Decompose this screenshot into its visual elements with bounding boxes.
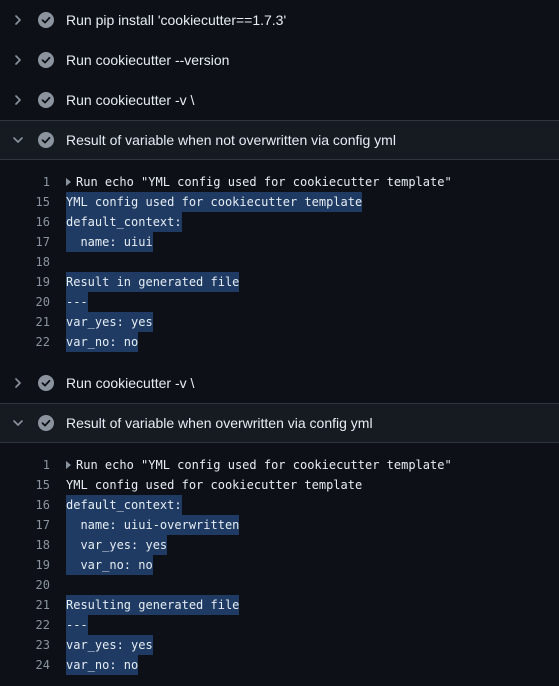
chevron-down-icon[interactable] — [12, 417, 24, 429]
log-text: Run echo "YML config used for cookiecutt… — [76, 458, 452, 472]
line-number[interactable]: 1 — [0, 455, 50, 475]
step-title: Run pip install 'cookiecutter==1.7.3' — [66, 12, 287, 28]
log-text: --- — [66, 615, 88, 635]
step-title: Run cookiecutter -v \ — [66, 375, 195, 391]
line-number[interactable]: 18 — [0, 535, 50, 555]
step-log: 1 Run echo "YML config used for cookiecut… — [0, 160, 559, 363]
check-circle-icon — [38, 92, 54, 108]
line-number[interactable]: 19 — [0, 555, 50, 575]
chevron-right-icon[interactable] — [12, 94, 24, 106]
log-line: 20 — [0, 575, 559, 595]
log-text: --- — [66, 292, 88, 312]
log-text: var_no: no — [66, 332, 139, 352]
line-number[interactable]: 23 — [0, 635, 50, 655]
line-number[interactable]: 24 — [0, 655, 50, 675]
chevron-down-icon[interactable] — [12, 134, 24, 146]
log-text: Run echo "YML config used for cookiecutt… — [76, 175, 452, 189]
line-number[interactable]: 21 — [0, 312, 50, 332]
chevron-right-icon[interactable] — [12, 54, 24, 66]
line-number[interactable]: 20 — [0, 292, 50, 312]
log-line: 23 var_yes: yes — [0, 635, 559, 655]
log-line: 15 YML config used for cookiecutter templ… — [0, 192, 559, 212]
log-line: 22 --- — [0, 615, 559, 635]
chevron-right-icon[interactable] — [12, 14, 24, 26]
log-text: YML config used for cookiecutter templat… — [66, 192, 363, 212]
step-header[interactable]: Run cookiecutter -v \ — [0, 363, 559, 403]
log-line: 15 YML config used for cookiecutter templ… — [0, 475, 559, 495]
triangle-right-icon[interactable] — [66, 178, 71, 186]
line-number[interactable]: 16 — [0, 495, 50, 515]
line-number[interactable]: 20 — [0, 575, 50, 595]
step-header[interactable]: Run cookiecutter -v \ — [0, 80, 559, 120]
line-number[interactable]: 22 — [0, 332, 50, 352]
log-line: 19 var_no: no — [0, 555, 559, 575]
step-header[interactable]: Run pip install 'cookiecutter==1.7.3' — [0, 0, 559, 40]
log-text: default_context: — [66, 212, 182, 232]
triangle-right-icon[interactable] — [66, 461, 71, 469]
log-line: 17 name: uiui — [0, 232, 559, 252]
log-line: 18 — [0, 252, 559, 272]
step-title: Result of variable when overwritten via … — [66, 415, 373, 431]
log-text: var_yes: yes — [66, 635, 153, 655]
log-line: 20 --- — [0, 292, 559, 312]
step-header[interactable]: Run cookiecutter --version — [0, 40, 559, 80]
log-text: name: uiui-overwritten — [66, 515, 240, 535]
line-number[interactable]: 17 — [0, 232, 50, 252]
log-text: var_no: no — [66, 655, 139, 675]
check-circle-icon — [38, 415, 54, 431]
line-number[interactable]: 19 — [0, 272, 50, 292]
line-number[interactable]: 15 — [0, 192, 50, 212]
check-circle-icon — [38, 12, 54, 28]
line-number[interactable]: 18 — [0, 252, 50, 272]
step-title: Result of variable when not overwritten … — [66, 132, 396, 148]
step-title: Run cookiecutter --version — [66, 52, 230, 68]
log-line: 16 default_context: — [0, 212, 559, 232]
check-circle-icon — [38, 132, 54, 148]
log-text: var_no: no — [66, 555, 153, 575]
log-group-toggle[interactable]: Run echo "YML config used for cookiecutt… — [66, 455, 452, 475]
log-line: 19 Result in generated file — [0, 272, 559, 292]
log-line: 17 name: uiui-overwritten — [0, 515, 559, 535]
line-number[interactable]: 21 — [0, 595, 50, 615]
log-text: Result in generated file — [66, 272, 240, 292]
log-line: 21 var_yes: yes — [0, 312, 559, 332]
log-line: 18 var_yes: yes — [0, 535, 559, 555]
line-number[interactable]: 1 — [0, 172, 50, 192]
log-line: 21 Resulting generated file — [0, 595, 559, 615]
log-line: 16 default_context: — [0, 495, 559, 515]
step-header[interactable]: Result of variable when not overwritten … — [0, 120, 559, 160]
log-line[interactable]: 1 Run echo "YML config used for cookiecut… — [0, 455, 559, 475]
line-number[interactable]: 17 — [0, 515, 50, 535]
line-number[interactable]: 16 — [0, 212, 50, 232]
log-text: YML config used for cookiecutter templat… — [66, 478, 363, 492]
check-circle-icon — [38, 52, 54, 68]
check-circle-icon — [38, 375, 54, 391]
chevron-right-icon[interactable] — [12, 377, 24, 389]
step-header[interactable]: Result of variable when overwritten via … — [0, 403, 559, 443]
log-group-toggle[interactable]: Run echo "YML config used for cookiecutt… — [66, 172, 452, 192]
log-text: var_yes: yes — [66, 312, 153, 332]
log-line: 22 var_no: no — [0, 332, 559, 352]
line-number[interactable]: 22 — [0, 615, 50, 635]
log-text: name: uiui — [66, 232, 153, 252]
step-title: Run cookiecutter -v \ — [66, 92, 195, 108]
log-text: Resulting generated file — [66, 595, 240, 615]
step-log: 1 Run echo "YML config used for cookiecut… — [0, 443, 559, 686]
workflow-steps-log: Run pip install 'cookiecutter==1.7.3' Run… — [0, 0, 559, 686]
log-line[interactable]: 1 Run echo "YML config used for cookiecut… — [0, 172, 559, 192]
log-text: default_context: — [66, 495, 182, 515]
log-line: 24 var_no: no — [0, 655, 559, 675]
line-number[interactable]: 15 — [0, 475, 50, 495]
log-text: var_yes: yes — [66, 535, 168, 555]
